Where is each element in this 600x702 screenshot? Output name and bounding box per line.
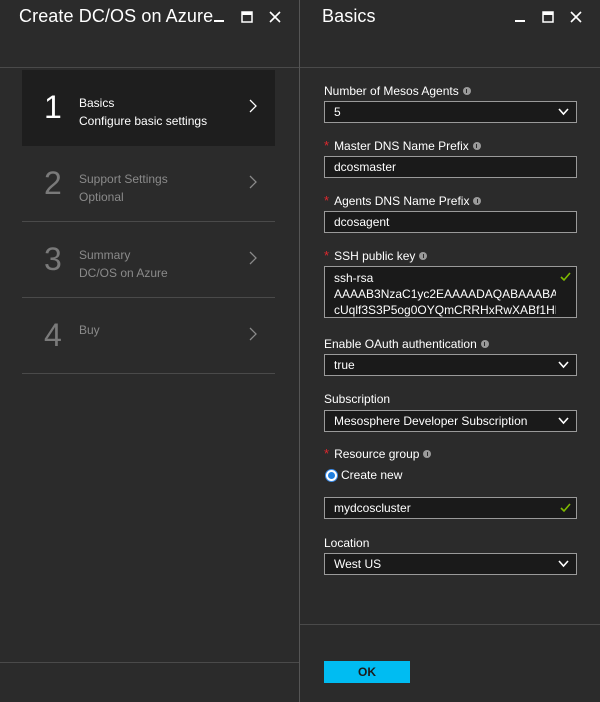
mesos-agents-label: Number of Mesos Agents — [324, 84, 459, 98]
step-support-settings[interactable]: 2 Support Settings Optional — [22, 146, 275, 222]
step-title: Buy — [79, 323, 100, 337]
close-icon — [269, 11, 281, 23]
info-icon[interactable] — [480, 340, 489, 348]
required-marker: * — [324, 138, 330, 153]
close-icon — [570, 11, 582, 23]
step-title: Summary — [79, 248, 131, 262]
agents-dns-value: dcosagent — [334, 215, 390, 229]
subscription-value: Mesosphere Developer Subscription — [334, 414, 528, 428]
ssh-key-line: AAAAB3NzaC1yc2EAAAADAQABAAABAQD — [334, 287, 556, 301]
chevron-down-icon — [558, 417, 569, 425]
step-summary[interactable]: 3 Summary DC/OS on Azure — [22, 222, 275, 298]
master-dns-value: dcosmaster — [334, 160, 397, 174]
resource-group-field: * Resource group — [324, 446, 577, 462]
oauth-value: true — [334, 358, 355, 372]
step-number: 4 — [44, 317, 62, 353]
chevron-down-icon — [558, 108, 569, 116]
ssh-key-field: * SSH public key — [324, 248, 577, 264]
step-basics[interactable]: 1 Basics Configure basic settings — [22, 70, 275, 146]
resource-group-value: mydcoscluster — [334, 501, 411, 515]
minimize-button[interactable] — [205, 7, 233, 27]
footer-divider — [300, 624, 600, 625]
maximize-button[interactable] — [233, 7, 261, 27]
window-controls — [506, 7, 590, 27]
location-field: Location — [324, 535, 577, 551]
step-number: 1 — [44, 89, 62, 125]
radio-selected-icon[interactable] — [325, 468, 338, 482]
mesos-agents-select[interactable]: 5 — [324, 101, 577, 123]
info-icon[interactable] — [462, 87, 471, 95]
info-icon[interactable] — [419, 252, 428, 260]
chevron-right-icon — [249, 99, 257, 113]
minimize-icon — [214, 20, 224, 22]
location-value: West US — [334, 557, 382, 571]
ssh-key-label: SSH public key — [334, 249, 416, 263]
create-dcos-blade: Create DC/OS on Azure 1 Basics Configure… — [0, 0, 299, 702]
ssh-key-textarea[interactable]: ssh-rsa AAAAB3NzaC1yc2EAAAADAQABAAABAQD … — [324, 266, 577, 318]
chevron-right-icon — [249, 251, 257, 265]
info-icon[interactable] — [473, 197, 482, 205]
step-number: 3 — [44, 241, 62, 277]
subscription-label: Subscription — [324, 392, 391, 406]
oauth-label: Enable OAuth authentication — [324, 337, 477, 351]
step-buy[interactable]: 4 Buy — [22, 298, 275, 374]
master-dns-field: * Master DNS Name Prefix — [324, 138, 577, 154]
maximize-button[interactable] — [534, 7, 562, 27]
oauth-field: Enable OAuth authentication — [324, 336, 577, 352]
minimize-button[interactable] — [506, 7, 534, 27]
subscription-field: Subscription — [324, 391, 577, 407]
close-button[interactable] — [261, 7, 289, 27]
blade-header: Create DC/OS on Azure — [0, 0, 299, 68]
agents-dns-label: Agents DNS Name Prefix — [334, 194, 470, 208]
checkmark-icon — [560, 272, 571, 282]
chevron-down-icon — [558, 361, 569, 369]
info-icon[interactable] — [423, 450, 432, 458]
step-title: Basics — [79, 96, 115, 110]
blade-header: Basics — [300, 0, 600, 68]
chevron-right-icon — [249, 327, 257, 341]
resource-group-label: Resource group — [334, 447, 420, 461]
create-new-label: Create new — [341, 468, 403, 482]
step-subtitle: DC/OS on Azure — [79, 266, 168, 280]
required-marker: * — [324, 193, 330, 208]
step-subtitle: Configure basic settings — [79, 114, 208, 128]
info-icon[interactable] — [472, 142, 481, 150]
location-select[interactable]: West US — [324, 553, 577, 575]
oauth-select[interactable]: true — [324, 354, 577, 376]
master-dns-label: Master DNS Name Prefix — [334, 139, 469, 153]
step-number: 2 — [44, 165, 62, 201]
window-controls — [205, 7, 289, 27]
checkmark-icon — [560, 503, 571, 513]
required-marker: * — [324, 446, 330, 461]
minimize-icon — [515, 20, 525, 22]
ssh-key-line: ssh-rsa — [334, 271, 374, 285]
master-dns-input[interactable]: dcosmaster — [324, 156, 577, 178]
resource-group-input[interactable]: mydcoscluster — [324, 497, 577, 519]
agents-dns-field: * Agents DNS Name Prefix — [324, 193, 577, 209]
subscription-select[interactable]: Mesosphere Developer Subscription — [324, 410, 577, 432]
chevron-down-icon — [558, 560, 569, 568]
mesos-agents-value: 5 — [334, 105, 341, 119]
footer-divider — [0, 662, 299, 663]
blade-title: Create DC/OS on Azure — [19, 6, 214, 26]
close-button[interactable] — [562, 7, 590, 27]
required-marker: * — [324, 248, 330, 263]
location-label: Location — [324, 536, 370, 550]
blade-title: Basics — [322, 6, 376, 26]
agents-dns-input[interactable]: dcosagent — [324, 211, 577, 233]
create-new-radio[interactable]: Create new — [325, 468, 402, 482]
wizard-steps: 1 Basics Configure basic settings 2 Supp… — [22, 70, 275, 374]
maximize-icon — [542, 11, 554, 23]
chevron-right-icon — [249, 175, 257, 189]
step-subtitle: Optional — [79, 190, 124, 204]
ssh-key-line: cUqlf3S3P5og0OYQmCRRHxRwXABf1HKME — [334, 303, 556, 317]
basics-blade: Basics Number of Mesos Agents 5 * Master… — [300, 0, 600, 702]
step-title: Support Settings — [79, 172, 168, 186]
maximize-icon — [241, 11, 253, 23]
ok-button[interactable]: OK — [324, 661, 410, 683]
mesos-agents-field: Number of Mesos Agents — [324, 83, 577, 99]
